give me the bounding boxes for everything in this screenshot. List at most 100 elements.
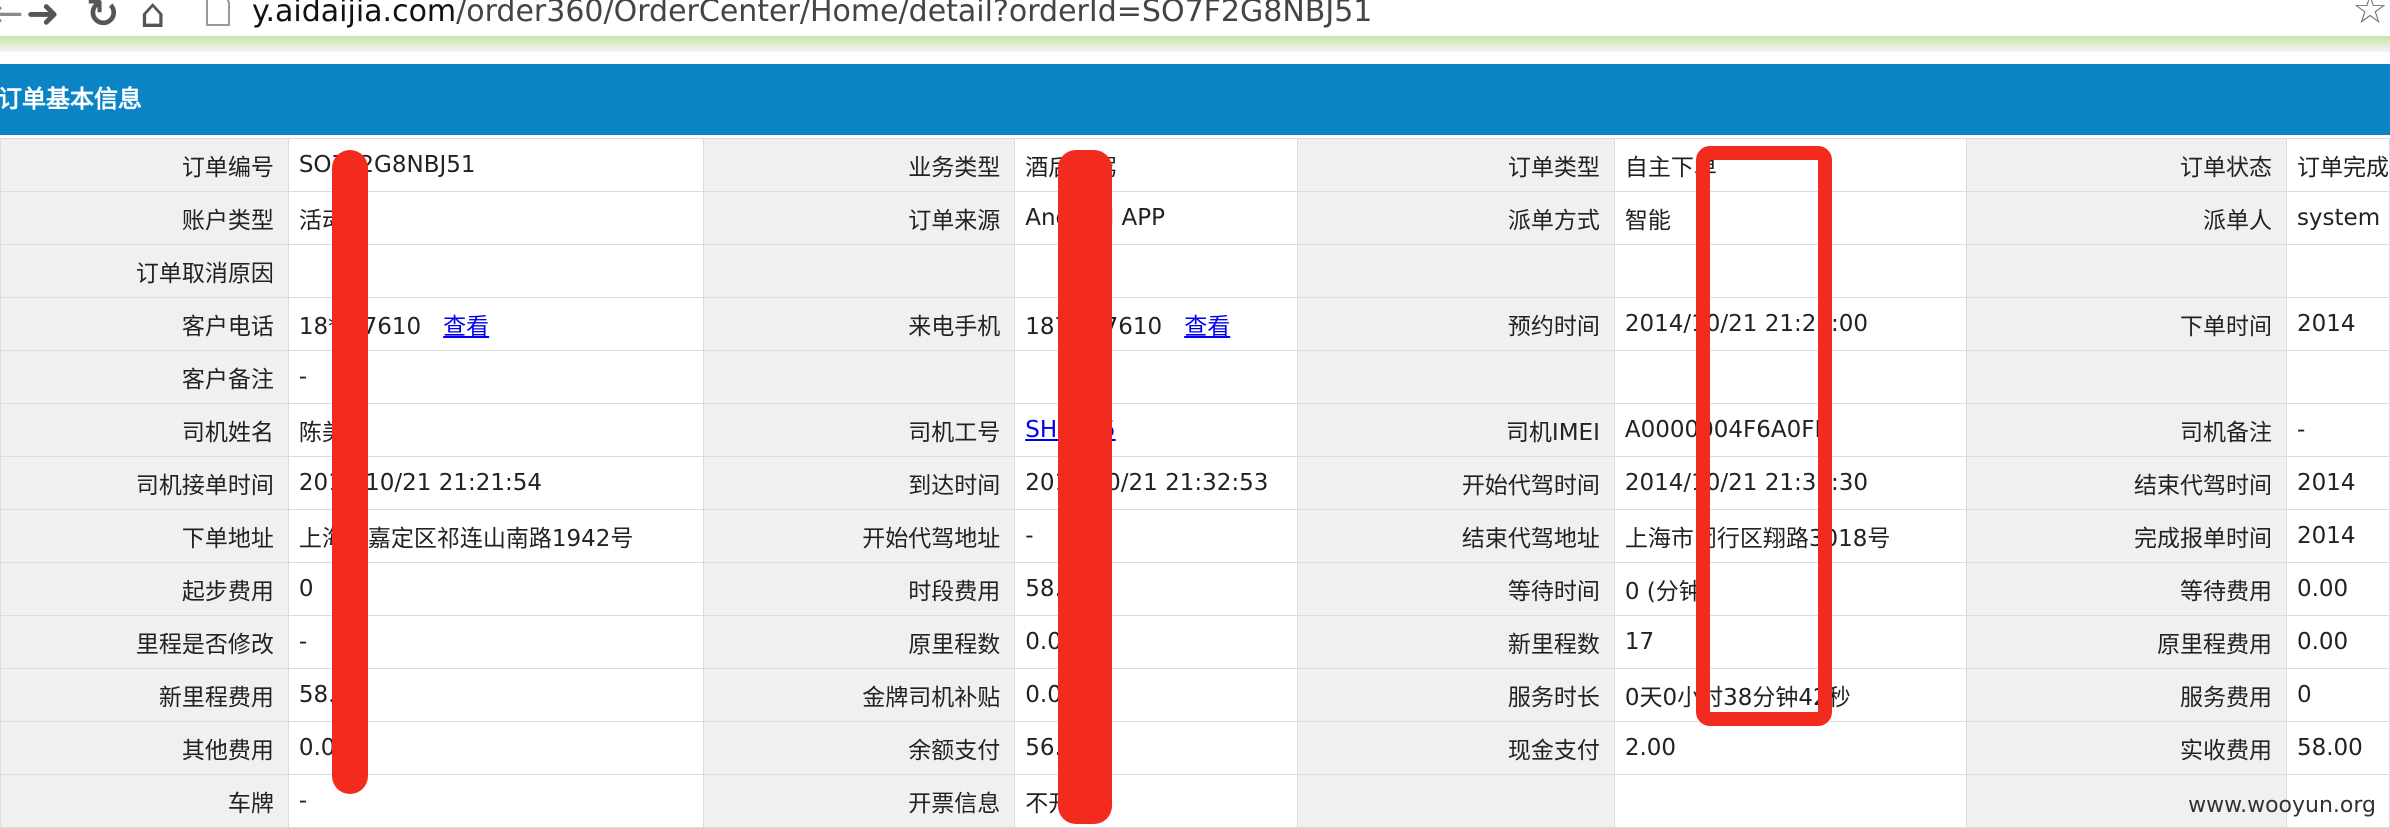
field-label: 起步费用 (0, 562, 289, 616)
field-label: 结束代驾地址 (1296, 509, 1615, 563)
field-label: 完成报单时间 (1966, 509, 2287, 563)
field-label: 到达时间 (702, 456, 1016, 510)
field-label: 派单方式 (1296, 191, 1615, 245)
bookmark-star-icon[interactable]: ☆ (2352, 0, 2388, 30)
field-value-text: 订单完成 (2296, 155, 2389, 181)
field-value: 2014 (2285, 297, 2390, 351)
reload-icon[interactable]: ↻ (86, 0, 120, 34)
field-label: 实收费用 (1966, 721, 2287, 775)
field-label: 订单编号 (0, 138, 289, 192)
field-label (1296, 774, 1615, 828)
page-icon (206, 0, 230, 26)
field-value-text: 58.00 (2296, 735, 2363, 761)
section-title: 订单基本信息 (0, 85, 142, 113)
field-label: 时段费用 (702, 562, 1016, 616)
field-label: 司机工号 (702, 403, 1016, 457)
field-value-text: 2014 (2296, 470, 2356, 496)
field-label: 司机姓名 (0, 403, 289, 457)
field-value: 0 (2285, 668, 2390, 722)
field-label: 预约时间 (1296, 297, 1615, 351)
field-value-text: 0.00 (2296, 629, 2349, 655)
field-label (1966, 350, 2287, 404)
field-label: 其他费用 (0, 721, 289, 775)
field-value-text: - (2296, 417, 2306, 443)
url-path: /order360/OrderCenter/Home/detail?orderI… (456, 0, 1373, 29)
field-value-text: 智能 (1624, 208, 1671, 234)
field-value: 订单完成 (2285, 138, 2390, 192)
redaction-mark (332, 150, 368, 794)
field-value: - (2285, 403, 2390, 457)
field-value-text: - (298, 788, 308, 814)
field-value: 0.00 (2285, 615, 2390, 669)
field-value-text: 2014 (2296, 523, 2356, 549)
field-value-text: - (298, 364, 308, 390)
field-label: 服务时长 (1296, 668, 1615, 722)
back-arrow-icon[interactable]: ← (0, 0, 24, 34)
field-label: 下单地址 (0, 509, 289, 563)
field-value-text: system (2296, 205, 2381, 231)
field-value-text: 17 (1624, 629, 1655, 655)
field-label: 金牌司机补贴 (702, 668, 1016, 722)
view-link[interactable]: 查看 (443, 314, 489, 340)
field-value-text: 2014 (2296, 311, 2356, 337)
field-label: 开始代驾时间 (1296, 456, 1615, 510)
field-label: 订单类型 (1296, 138, 1615, 192)
field-label: 结束代驾时间 (1966, 456, 2287, 510)
redaction-mark (1058, 150, 1112, 824)
field-label: 下单时间 (1966, 297, 2287, 351)
field-label: 服务费用 (1966, 668, 2287, 722)
field-value: system (2285, 191, 2390, 245)
field-label: 订单来源 (702, 191, 1016, 245)
field-value-text: 0.00 (2296, 576, 2349, 602)
field-value-text: - (298, 629, 308, 655)
field-label: 原里程费用 (1966, 615, 2287, 669)
field-label: 司机IMEI (1296, 403, 1615, 457)
field-label (1296, 244, 1615, 298)
field-value (2285, 244, 2390, 298)
home-icon[interactable]: ⌂ (140, 0, 165, 34)
field-value (2285, 350, 2390, 404)
field-label: 订单状态 (1966, 138, 2287, 192)
field-value-text: 0 (298, 576, 314, 602)
field-value-text: - (1025, 523, 1034, 549)
field-label: 司机备注 (1966, 403, 2287, 457)
field-label: 里程是否修改 (0, 615, 289, 669)
field-value: 58.00 (2285, 721, 2390, 775)
toolbar-separator (0, 36, 2390, 52)
field-label: 订单取消原因 (0, 244, 289, 298)
field-value-text: SO7F2G8NBJ51 (298, 152, 476, 178)
field-label: 新里程费用 (0, 668, 289, 722)
field-value (1613, 774, 1968, 828)
field-label: 新里程数 (1296, 615, 1615, 669)
field-label: 现金支付 (1296, 721, 1615, 775)
field-label: 来电手机 (702, 297, 1016, 351)
field-label (702, 244, 1016, 298)
field-label: 开始代驾地址 (702, 509, 1016, 563)
field-label (702, 350, 1016, 404)
field-label: 等待时间 (1296, 562, 1615, 616)
field-label: 业务类型 (702, 138, 1016, 192)
field-label: 余额支付 (702, 721, 1016, 775)
view-link[interactable]: 查看 (1184, 314, 1230, 340)
url-host: y.aidaijia.com (252, 0, 457, 29)
field-label: 原里程数 (702, 615, 1016, 669)
section-header: 订单基本信息 (0, 64, 2390, 135)
field-label: 账户类型 (0, 191, 289, 245)
field-value: 2014 (2285, 456, 2390, 510)
field-label (1966, 244, 2287, 298)
watermark: www.wooyun.org (2188, 793, 2376, 818)
redaction-mark (1696, 146, 1832, 726)
field-label: 司机接单时间 (0, 456, 289, 510)
forward-arrow-icon[interactable]: ➜ (26, 0, 60, 34)
field-value: 0.00 (2285, 562, 2390, 616)
field-value: 2.00 (1613, 721, 1968, 775)
field-label: 开票信息 (702, 774, 1016, 828)
field-value: 2014 (2285, 509, 2390, 563)
field-label: 客户电话 (0, 297, 289, 351)
browser-toolbar: ← ➜ ↻ ⌂ y.aidaijia.com/order360/OrderCen… (0, 0, 2390, 37)
address-bar[interactable]: y.aidaijia.com/order360/OrderCenter/Home… (252, 0, 1372, 32)
field-value-text: 2.00 (1624, 735, 1677, 761)
field-label (1296, 350, 1615, 404)
field-value-text: 0 (2296, 682, 2312, 708)
field-label: 客户备注 (0, 350, 289, 404)
